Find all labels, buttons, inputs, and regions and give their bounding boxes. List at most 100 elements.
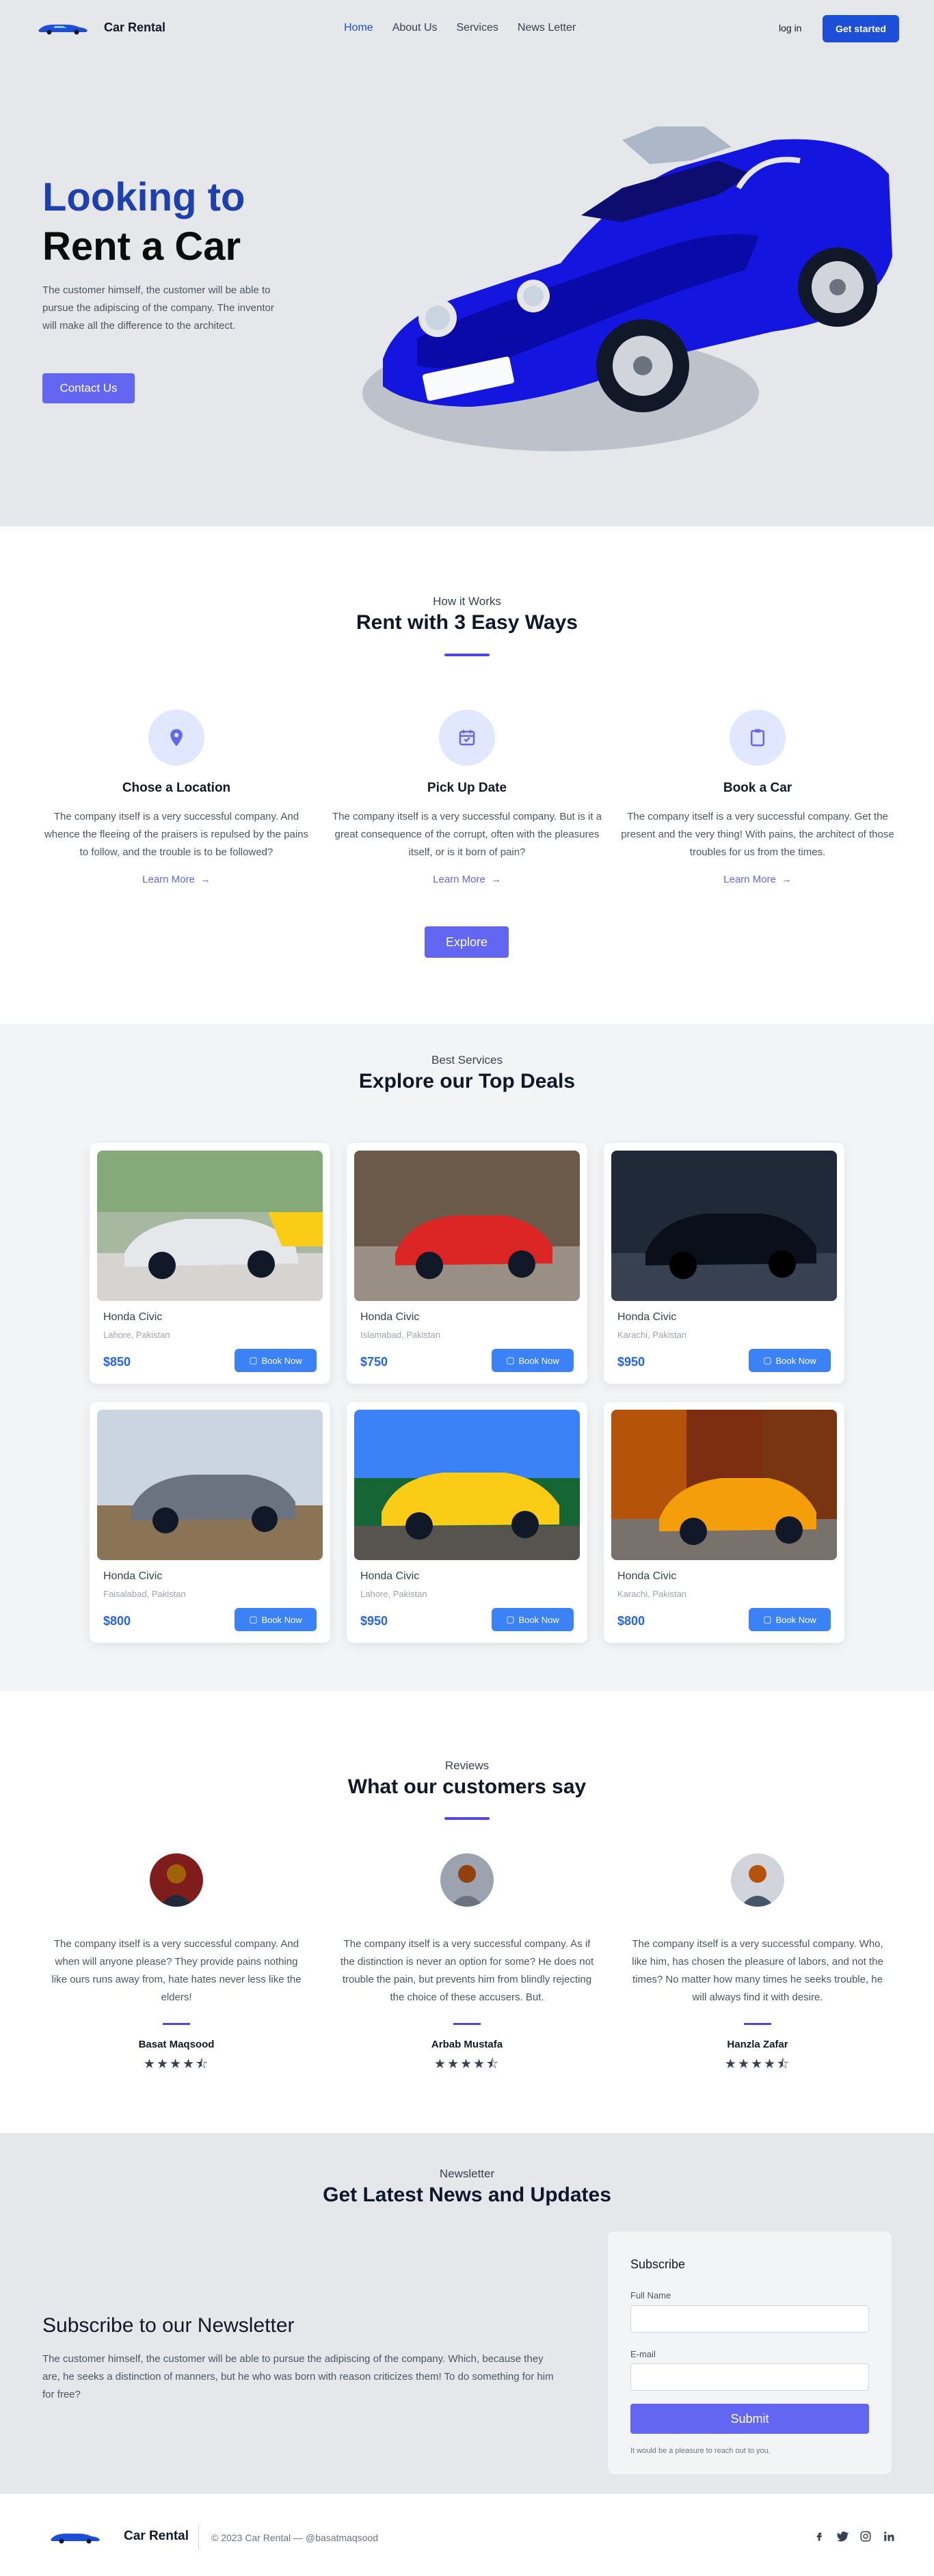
step-book-a-car: Book a Car The company itself is a very … <box>621 710 894 886</box>
car-name: Honda Civic <box>617 1311 677 1323</box>
car-photo <box>611 1410 837 1560</box>
brand[interactable]: Car Rental <box>36 19 165 36</box>
car-location: Karachi, Pakistan <box>617 1589 687 1599</box>
star-rating-icon: ★★★★⯪ <box>143 2057 210 2071</box>
hero-title-line2: Rent a Car <box>42 224 241 269</box>
book-now-button[interactable]: ▢ Book Now <box>492 1608 574 1631</box>
submit-button[interactable]: Submit <box>630 2404 869 2434</box>
linkedin-icon[interactable] <box>882 2530 896 2543</box>
learn-more-link[interactable]: Learn More → <box>433 874 501 885</box>
review-card: The company itself is a very successful … <box>628 1853 888 2076</box>
book-now-label: Book Now <box>775 1355 816 1366</box>
footer: Car Rental © 2023 Car Rental — @basatmaq… <box>0 2494 934 2576</box>
car-location: Islamabad, Pakistan <box>360 1330 441 1340</box>
avatar <box>150 1853 203 1907</box>
email-field[interactable] <box>630 2363 869 2391</box>
calendar-icon: ▢ <box>249 1614 258 1624</box>
deal-card: Honda Civic Karachi, Pakistan $950 ▢ Book… <box>604 1143 844 1384</box>
book-now-button[interactable]: ▢ Book Now <box>749 1608 831 1631</box>
social-links <box>812 2530 896 2543</box>
how-divider <box>444 654 490 656</box>
subscribe-heading: Subscribe to our Newsletter <box>42 2314 295 2337</box>
nav-news-letter[interactable]: News Letter <box>518 22 576 34</box>
learn-more-label: Learn More <box>433 874 485 885</box>
review-divider <box>744 2023 771 2025</box>
twitter-icon[interactable] <box>836 2530 849 2543</box>
book-now-button[interactable]: ▢ Book Now <box>749 1349 831 1372</box>
car-name: Honda Civic <box>103 1570 163 1582</box>
how-it-works-section: How it Works Rent with 3 Easy Ways Chose… <box>0 526 934 1024</box>
review-divider <box>453 2023 481 2025</box>
book-now-label: Book Now <box>775 1614 816 1625</box>
facebook-icon[interactable] <box>812 2530 826 2543</box>
hero-title-line1: Looking to <box>42 175 245 219</box>
login-link[interactable]: log in <box>779 23 801 33</box>
calendar-check-icon <box>439 710 495 766</box>
learn-more-label: Learn More <box>142 874 195 885</box>
step-pick-up-date: Pick Up Date The company itself is a ver… <box>330 710 604 886</box>
hero-car-image <box>362 126 892 451</box>
calendar-icon: ▢ <box>506 1355 515 1365</box>
car-photo <box>354 1151 580 1301</box>
footer-divider <box>198 2524 199 2550</box>
how-kicker: How it Works <box>433 595 501 608</box>
car-name: Honda Civic <box>617 1570 677 1582</box>
reviewer-name: Hanzla Zafar <box>727 2039 788 2050</box>
book-now-label: Book Now <box>261 1614 302 1625</box>
car-photo <box>97 1151 323 1301</box>
email-label: E-mail <box>630 2349 656 2359</box>
car-name: Honda Civic <box>103 1311 163 1323</box>
book-now-button[interactable]: ▢ Book Now <box>492 1349 574 1372</box>
book-now-button[interactable]: ▢ Book Now <box>235 1608 317 1631</box>
newsletter-title: Get Latest News and Updates <box>323 2184 611 2206</box>
contact-us-button[interactable]: Contact Us <box>42 373 135 403</box>
get-started-button[interactable]: Get started <box>823 15 899 42</box>
car-location: Karachi, Pakistan <box>617 1330 687 1340</box>
book-now-label: Book Now <box>261 1355 302 1366</box>
explore-button[interactable]: Explore <box>425 926 509 958</box>
learn-more-link[interactable]: Learn More → <box>142 874 211 885</box>
deals-title: Explore our Top Deals <box>358 1070 576 1092</box>
car-price: $750 <box>360 1355 388 1369</box>
car-photo <box>354 1410 580 1560</box>
car-name: Honda Civic <box>360 1570 420 1582</box>
form-note: It would be a pleasure to reach out to y… <box>630 2447 771 2455</box>
book-now-label: Book Now <box>518 1614 559 1625</box>
car-price: $800 <box>617 1614 645 1628</box>
star-rating-icon: ★★★★⯪ <box>724 2057 791 2071</box>
brand-name: Car Rental <box>104 20 166 34</box>
brand-logo-icon <box>38 25 88 35</box>
learn-more-label: Learn More <box>723 874 776 885</box>
reviewer-name: Basat Maqsood <box>138 2039 215 2050</box>
full-name-field[interactable] <box>630 2305 869 2333</box>
hero-section: Car Rental Home About Us Services News L… <box>0 0 934 526</box>
book-now-label: Book Now <box>518 1355 559 1366</box>
learn-more-link[interactable]: Learn More → <box>723 874 792 885</box>
reviews-divider <box>444 1817 490 1820</box>
review-text: The company itself is a very successful … <box>632 1938 883 2003</box>
car-price: $800 <box>103 1614 131 1628</box>
brand-logo-icon[interactable] <box>48 2528 103 2545</box>
arrow-right-icon: → <box>490 874 501 885</box>
newsletter-section: Newsletter Get Latest News and Updates S… <box>0 2133 934 2494</box>
step-description: The company itself is a very successful … <box>332 811 602 858</box>
calendar-icon: ▢ <box>763 1614 772 1624</box>
step-title: Book a Car <box>723 781 792 795</box>
newsletter-description: The customer himself, the customer will … <box>42 2353 554 2400</box>
instagram-icon[interactable] <box>859 2530 872 2543</box>
nav-about-us[interactable]: About Us <box>392 22 438 34</box>
calendar-icon: ▢ <box>506 1614 515 1624</box>
deal-card: Honda Civic Faisalabad, Pakistan $800 ▢ B… <box>90 1402 330 1643</box>
book-now-button[interactable]: ▢ Book Now <box>235 1349 317 1372</box>
car-photo <box>97 1410 323 1560</box>
review-card: The company itself is a very successful … <box>337 1853 597 2076</box>
nav-home[interactable]: Home <box>344 22 373 34</box>
car-price: $850 <box>103 1355 131 1369</box>
step-title: Pick Up Date <box>427 781 507 795</box>
car-location: Lahore, Pakistan <box>360 1589 427 1599</box>
nav-services[interactable]: Services <box>457 22 498 34</box>
subscribe-form-title: Subscribe <box>630 2257 686 2271</box>
car-location: Faisalabad, Pakistan <box>103 1589 186 1599</box>
car-photo <box>611 1151 837 1301</box>
avatar <box>440 1853 494 1907</box>
